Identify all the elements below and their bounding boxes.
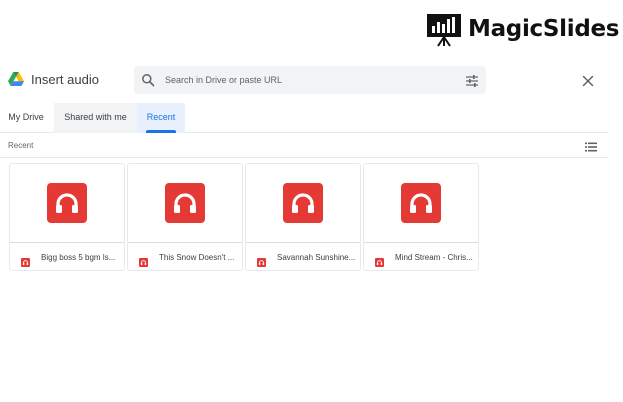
dialog-header: Insert audio — [0, 64, 608, 96]
file-thumbnail — [364, 164, 478, 243]
tab-my-drive[interactable]: My Drive — [0, 103, 52, 133]
file-name: This Snow Doesn't ... — [159, 253, 235, 262]
presentation-board-icon — [426, 11, 462, 47]
source-tabs: My Drive Shared with me Recent — [0, 103, 608, 133]
headphones-icon — [47, 183, 87, 223]
active-tab-indicator — [146, 130, 176, 133]
search-bar[interactable] — [134, 66, 486, 94]
file-card[interactable]: Bigg boss 5 bgm ls... — [9, 163, 125, 271]
headphones-icon — [139, 254, 148, 267]
magicslides-logo: MagicSlides — [426, 10, 619, 48]
file-thumbnail — [10, 164, 124, 243]
headphones-icon — [21, 254, 30, 267]
list-view-icon[interactable] — [585, 139, 597, 152]
search-input[interactable] — [165, 71, 455, 89]
file-footer: Bigg boss 5 bgm ls... — [10, 244, 124, 270]
headphones-icon — [283, 183, 323, 223]
file-card[interactable]: Savannah Sunshine... — [245, 163, 361, 271]
file-card[interactable]: This Snow Doesn't ... — [127, 163, 243, 271]
google-drive-icon — [8, 72, 24, 86]
file-name: Bigg boss 5 bgm ls... — [41, 253, 116, 262]
headphones-icon — [375, 254, 384, 267]
section-label: Recent — [8, 141, 34, 150]
search-icon[interactable] — [141, 73, 155, 87]
section-divider — [0, 157, 608, 158]
file-footer: Savannah Sunshine... — [246, 244, 360, 270]
file-name: Savannah Sunshine... — [277, 253, 356, 262]
file-name: Mind Stream - Chris... — [395, 253, 473, 262]
dialog-title: Insert audio — [31, 72, 99, 87]
tune-icon[interactable] — [466, 74, 478, 87]
file-footer: Mind Stream - Chris... — [364, 244, 478, 270]
tab-recent[interactable]: Recent — [137, 103, 185, 133]
file-thumbnail — [246, 164, 360, 243]
headphones-icon — [165, 183, 205, 223]
file-thumbnail — [128, 164, 242, 243]
headphones-icon — [257, 254, 266, 267]
brand-name: MagicSlides — [468, 16, 620, 42]
file-footer: This Snow Doesn't ... — [128, 244, 242, 270]
headphones-icon — [401, 183, 441, 223]
close-icon[interactable] — [582, 74, 594, 87]
tab-shared-with-me[interactable]: Shared with me — [54, 103, 137, 133]
file-card[interactable]: Mind Stream - Chris... — [363, 163, 479, 271]
